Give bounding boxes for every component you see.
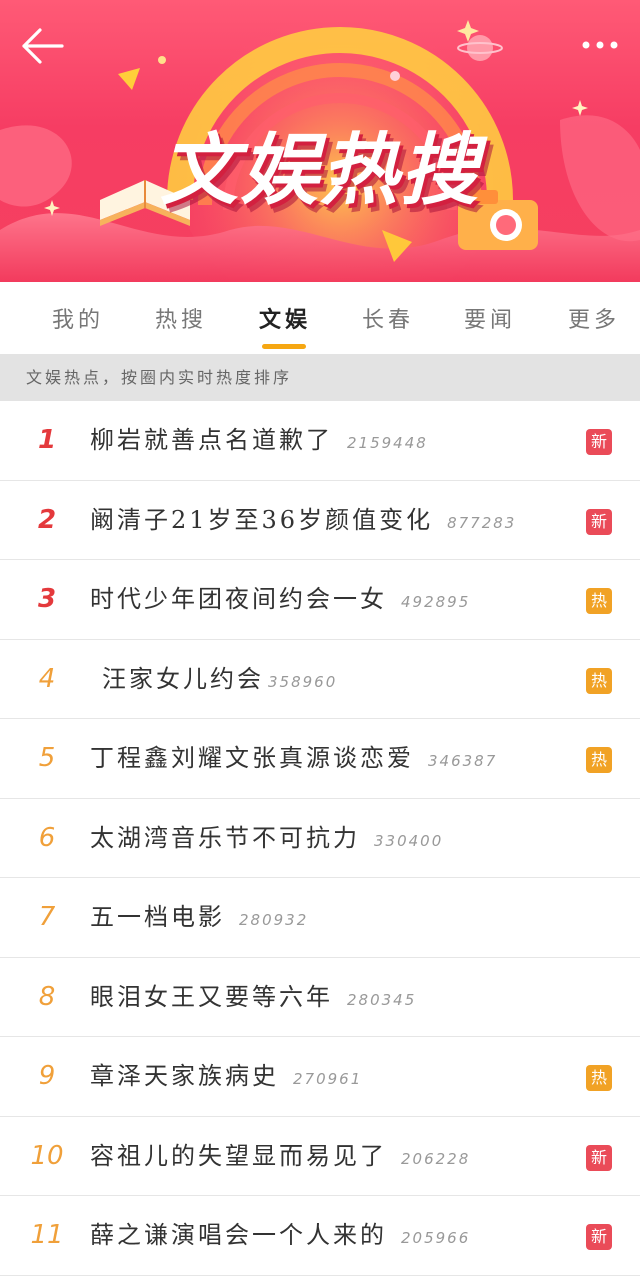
item-title: 眼泪女王又要等六年 [90, 982, 333, 1011]
rank-number: 9 [38, 1061, 56, 1091]
hot-badge: 热 [586, 1065, 612, 1091]
rank-number: 10 [30, 1140, 64, 1171]
page-title: 文娱热搜 [159, 126, 480, 216]
tab-changchun[interactable]: 长春 [348, 302, 428, 333]
tab-news[interactable]: 要闻 [450, 302, 530, 333]
list-item[interactable]: 5 丁程鑫刘耀文张真源谈恋爱 346387 热 [0, 719, 640, 799]
list-item[interactable]: 11 薛之谦演唱会一个人来的 205966 新 [0, 1196, 640, 1276]
item-title-line: 柳岩就善点名道歉了 2159448 [90, 401, 428, 483]
list-item[interactable]: 10 容祖儿的失望显而易见了 206228 新 [0, 1116, 640, 1199]
list-item[interactable]: 1 柳岩就善点名道歉了 2159448 新 [0, 401, 640, 481]
item-title: 容祖儿的失望显而易见了 [90, 1141, 387, 1170]
rank-number: 7 [38, 902, 56, 932]
rank-number: 11 [30, 1220, 64, 1250]
more-dots-icon [582, 41, 618, 49]
item-title-line: 五一档电影 280932 [90, 878, 308, 960]
item-title: 汪家女儿约会 [102, 664, 264, 693]
list-item[interactable]: 3 时代少年团夜间约会一女 492895 热 [0, 560, 640, 640]
back-arrow-icon [22, 28, 64, 64]
list-item[interactable]: 4 汪家女儿约会 358960 热 [0, 639, 640, 722]
list-item[interactable]: 9 章泽天家族病史 270961 热 [0, 1037, 640, 1117]
new-badge: 新 [586, 508, 612, 535]
item-title-line: 太湖湾音乐节不可抗力 330400 [90, 799, 443, 881]
item-title: 五一档电影 [90, 903, 225, 931]
item-title: 时代少年团夜间约会一女 [90, 585, 387, 613]
heat-count: 206228 [401, 1149, 471, 1168]
heat-count: 346387 [428, 752, 498, 770]
heat-count: 877283 [447, 513, 517, 532]
tab-more[interactable]: 更多 [554, 302, 634, 333]
heat-count: 492895 [401, 593, 471, 611]
active-tab-indicator [262, 344, 306, 349]
item-title-line: 阚清子21岁至36岁颜值变化 877283 [90, 481, 516, 563]
new-badge: 新 [586, 1144, 612, 1171]
tab-entertainment[interactable]: 文娱 [245, 302, 325, 333]
item-title-line: 眼泪女王又要等六年 280345 [90, 958, 416, 1040]
item-title: 章泽天家族病史 [90, 1062, 279, 1090]
heat-count: 280345 [347, 990, 417, 1009]
list-item[interactable]: 7 五一档电影 280932 [0, 878, 640, 958]
back-button[interactable] [18, 24, 66, 68]
hot-badge: 热 [586, 588, 612, 614]
list-item[interactable]: 8 眼泪女王又要等六年 280345 [0, 957, 640, 1040]
item-title-line: 容祖儿的失望显而易见了 206228 [90, 1117, 470, 1199]
header-banner: 文娱热搜 [0, 0, 640, 282]
rank-number: 8 [38, 981, 56, 1012]
item-title: 太湖湾音乐节不可抗力 [90, 823, 360, 852]
rank-number: 5 [38, 743, 56, 773]
new-badge: 新 [586, 1224, 612, 1250]
more-button[interactable] [578, 30, 622, 60]
item-title: 薛之谦演唱会一个人来的 [90, 1221, 387, 1249]
hot-badge: 热 [586, 667, 612, 694]
tab-hot-search[interactable]: 热搜 [141, 302, 221, 333]
new-badge: 新 [586, 429, 612, 455]
hot-search-list: 1 柳岩就善点名道歉了 2159448 新 2 阚清子21岁至36岁颜值变化 877… [0, 401, 640, 1276]
rank-number: 4 [38, 663, 56, 694]
item-title: 阚清子21岁至36岁颜值变化 [90, 505, 434, 534]
item-title: 柳岩就善点名道歉了 [90, 426, 333, 454]
rank-number: 2 [37, 504, 57, 535]
hot-badge: 热 [586, 747, 612, 773]
item-title-line: 薛之谦演唱会一个人来的 205966 [90, 1196, 470, 1278]
item-title-line: 章泽天家族病史 270961 [90, 1037, 362, 1119]
item-title-line: 时代少年团夜间约会一女 492895 [90, 560, 470, 642]
list-item[interactable]: 6 太湖湾音乐节不可抗力 330400 [0, 798, 640, 881]
heat-count: 2159448 [347, 434, 428, 452]
rank-number: 1 [37, 425, 57, 455]
item-title-line: 丁程鑫刘耀文张真源谈恋爱 346387 [90, 719, 497, 801]
list-item[interactable]: 2 阚清子21岁至36岁颜值变化 877283 新 [0, 480, 640, 563]
rank-number: 3 [37, 584, 57, 614]
heat-count: 270961 [293, 1070, 363, 1088]
heat-count: 330400 [374, 831, 444, 850]
heat-count: 280932 [239, 911, 309, 929]
item-title-line: 汪家女儿约会 358960 [102, 640, 337, 722]
rank-number: 6 [38, 822, 56, 853]
heat-count: 358960 [268, 672, 338, 691]
notice-bar: 文娱热点，按圈内实时热度排序 [0, 354, 640, 401]
heat-count: 205966 [401, 1229, 471, 1247]
item-title: 丁程鑫刘耀文张真源谈恋爱 [90, 744, 414, 772]
tab-bar: 我的 热搜 文娱 长春 要闻 更多 [0, 282, 640, 354]
tab-mine[interactable]: 我的 [38, 302, 118, 333]
